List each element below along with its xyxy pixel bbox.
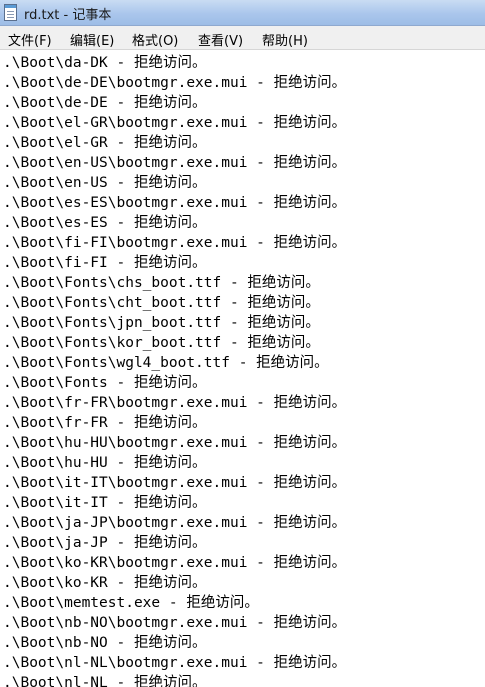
text-line[interactable]: .\Boot\nb-NO - 拒绝访问。 xyxy=(3,633,346,653)
text-editor[interactable]: .\Boot\da-DK - 拒绝访问。 .\Boot\de-DE\bootmgr… xyxy=(0,50,485,687)
text-line[interactable]: .\Boot\ja-JP - 拒绝访问。 xyxy=(3,533,346,553)
text-line[interactable]: .\Boot\fr-FR\bootmgr.exe.mui - 拒绝访问。 xyxy=(3,393,346,413)
text-line[interactable]: .\Boot\fi-FI\bootmgr.exe.mui - 拒绝访问。 xyxy=(3,233,346,253)
window-title: rd.txt - 记事本 xyxy=(24,8,112,23)
text-line[interactable]: .\Boot\it-IT - 拒绝访问。 xyxy=(3,493,346,513)
text-line[interactable]: .\Boot\el-GR\bootmgr.exe.mui - 拒绝访问。 xyxy=(3,113,346,133)
text-line[interactable]: .\Boot\ko-KR\bootmgr.exe.mui - 拒绝访问。 xyxy=(3,553,346,573)
text-line[interactable]: .\Boot\de-DE\bootmgr.exe.mui - 拒绝访问。 xyxy=(3,73,346,93)
text-line[interactable]: .\Boot\Fonts\jpn_boot.ttf - 拒绝访问。 xyxy=(3,313,346,333)
text-line[interactable]: .\Boot\nb-NO\bootmgr.exe.mui - 拒绝访问。 xyxy=(3,613,346,633)
text-line[interactable]: .\Boot\ko-KR - 拒绝访问。 xyxy=(3,573,346,593)
text-content[interactable]: .\Boot\da-DK - 拒绝访问。 .\Boot\de-DE\bootmgr… xyxy=(3,53,346,687)
text-line[interactable]: .\Boot\Fonts\cht_boot.ttf - 拒绝访问。 xyxy=(3,293,346,313)
text-line[interactable]: .\Boot\hu-HU - 拒绝访问。 xyxy=(3,453,346,473)
menu-edit[interactable]: 编辑(E) xyxy=(70,30,114,49)
text-line[interactable]: .\Boot\it-IT\bootmgr.exe.mui - 拒绝访问。 xyxy=(3,473,346,493)
menu-help[interactable]: 帮助(H) xyxy=(262,30,308,49)
menu-file[interactable]: 文件(F) xyxy=(8,30,52,49)
notepad-icon[interactable] xyxy=(4,4,17,21)
text-line[interactable]: .\Boot\da-DK - 拒绝访问。 xyxy=(3,53,346,73)
menu-format[interactable]: 格式(O) xyxy=(132,30,178,49)
menu-view[interactable]: 查看(V) xyxy=(198,30,243,49)
text-line[interactable]: .\Boot\nl-NL - 拒绝访问。 xyxy=(3,673,346,687)
text-line[interactable]: .\Boot\memtest.exe - 拒绝访问。 xyxy=(3,593,346,613)
text-line[interactable]: .\Boot\es-ES - 拒绝访问。 xyxy=(3,213,346,233)
text-line[interactable]: .\Boot\hu-HU\bootmgr.exe.mui - 拒绝访问。 xyxy=(3,433,346,453)
text-line[interactable]: .\Boot\Fonts - 拒绝访问。 xyxy=(3,373,346,393)
text-line[interactable]: .\Boot\Fonts\kor_boot.ttf - 拒绝访问。 xyxy=(3,333,346,353)
text-line[interactable]: .\Boot\de-DE - 拒绝访问。 xyxy=(3,93,346,113)
text-line[interactable]: .\Boot\fi-FI - 拒绝访问。 xyxy=(3,253,346,273)
text-line[interactable]: .\Boot\Fonts\chs_boot.ttf - 拒绝访问。 xyxy=(3,273,346,293)
text-line[interactable]: .\Boot\ja-JP\bootmgr.exe.mui - 拒绝访问。 xyxy=(3,513,346,533)
text-line[interactable]: .\Boot\el-GR - 拒绝访问。 xyxy=(3,133,346,153)
text-line[interactable]: .\Boot\fr-FR - 拒绝访问。 xyxy=(3,413,346,433)
text-line[interactable]: .\Boot\en-US - 拒绝访问。 xyxy=(3,173,346,193)
menu-bar: 文件(F) 编辑(E) 格式(O) 查看(V) 帮助(H) xyxy=(0,26,485,50)
title-bar[interactable]: rd.txt - 记事本 xyxy=(0,0,485,26)
text-line[interactable]: .\Boot\en-US\bootmgr.exe.mui - 拒绝访问。 xyxy=(3,153,346,173)
text-line[interactable]: .\Boot\es-ES\bootmgr.exe.mui - 拒绝访问。 xyxy=(3,193,346,213)
text-line[interactable]: .\Boot\Fonts\wgl4_boot.ttf - 拒绝访问。 xyxy=(3,353,346,373)
text-line[interactable]: .\Boot\nl-NL\bootmgr.exe.mui - 拒绝访问。 xyxy=(3,653,346,673)
